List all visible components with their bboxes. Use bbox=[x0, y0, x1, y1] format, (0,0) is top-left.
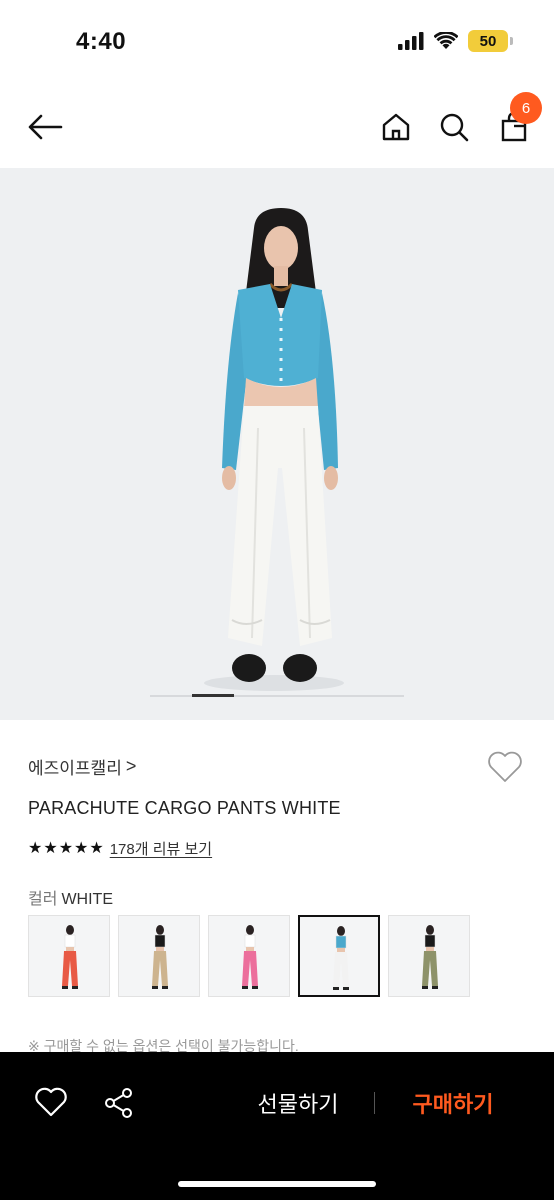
search-icon bbox=[440, 113, 469, 142]
status-time: 4:40 bbox=[76, 28, 127, 55]
color-swatch-khaki[interactable] bbox=[388, 915, 470, 997]
star-icon: ★ bbox=[74, 839, 89, 857]
share-button[interactable] bbox=[102, 1086, 136, 1120]
brand-name: 에즈이프캘리 bbox=[28, 759, 122, 778]
bottom-action-bar bbox=[0, 1052, 554, 1200]
color-swatches bbox=[28, 915, 470, 997]
star-icon: ★ bbox=[28, 839, 43, 857]
bottom-wishlist-button[interactable] bbox=[34, 1086, 68, 1120]
heart-outline-icon bbox=[488, 751, 522, 782]
color-swatch-white[interactable] bbox=[298, 915, 380, 997]
star-icon: ★ bbox=[58, 839, 74, 857]
color-label-text: 컬러 bbox=[28, 891, 58, 908]
wishlist-button[interactable] bbox=[486, 750, 526, 786]
cart-count-badge: 6 bbox=[510, 92, 542, 124]
product-hero-image[interactable] bbox=[0, 168, 554, 720]
back-arrow-icon bbox=[28, 114, 63, 140]
home-indicator bbox=[178, 1181, 376, 1187]
status-bar: 4:40 50 bbox=[0, 0, 554, 84]
review-link[interactable]: 178개 리뷰 보기 bbox=[110, 838, 212, 859]
brand-link[interactable]: 에즈이프캘리 > bbox=[28, 754, 136, 779]
carousel-indicator-track bbox=[150, 695, 404, 697]
model-photo bbox=[204, 208, 344, 691]
swatch-model-thumbnail bbox=[152, 925, 168, 989]
color-value: WHITE bbox=[61, 891, 113, 908]
color-swatch-red[interactable] bbox=[28, 915, 110, 997]
swatch-model-thumbnail bbox=[422, 925, 438, 989]
search-button[interactable] bbox=[434, 106, 474, 148]
wifi-icon bbox=[434, 32, 458, 49]
action-divider bbox=[374, 1092, 375, 1114]
back-button[interactable] bbox=[24, 106, 66, 148]
color-swatch-pink[interactable] bbox=[208, 915, 290, 997]
swatch-model-thumbnail bbox=[242, 925, 258, 989]
star-icon: ★ bbox=[89, 839, 104, 857]
swatch-model-thumbnail bbox=[62, 925, 78, 989]
star-icon: ★ bbox=[43, 839, 58, 857]
rating-row: ★ ★ ★ ★ ★ 178개 리뷰 보기 bbox=[28, 838, 212, 859]
heart-outline-icon bbox=[35, 1087, 67, 1117]
product-title: PARACHUTE CARGO PANTS WHITE bbox=[28, 798, 341, 818]
rating-stars: ★ ★ ★ ★ ★ bbox=[28, 839, 104, 857]
battery-level: 50 bbox=[479, 32, 497, 50]
status-icons: 50 bbox=[398, 30, 513, 52]
color-option-label: 컬러 WHITE bbox=[28, 885, 113, 909]
gift-button[interactable]: 선물하기 bbox=[238, 1086, 358, 1120]
top-nav bbox=[0, 84, 554, 168]
battery-icon: 50 bbox=[468, 30, 513, 52]
buy-button[interactable]: 구매하기 bbox=[396, 1086, 510, 1120]
home-icon bbox=[382, 113, 410, 141]
color-swatch-beige[interactable] bbox=[118, 915, 200, 997]
swatch-model-thumbnail bbox=[333, 926, 349, 990]
share-icon bbox=[105, 1088, 132, 1118]
carousel-indicator-thumb bbox=[192, 694, 234, 697]
cellular-signal-icon bbox=[398, 32, 424, 50]
chevron-right-icon: > bbox=[125, 756, 137, 776]
home-button[interactable] bbox=[376, 106, 416, 148]
